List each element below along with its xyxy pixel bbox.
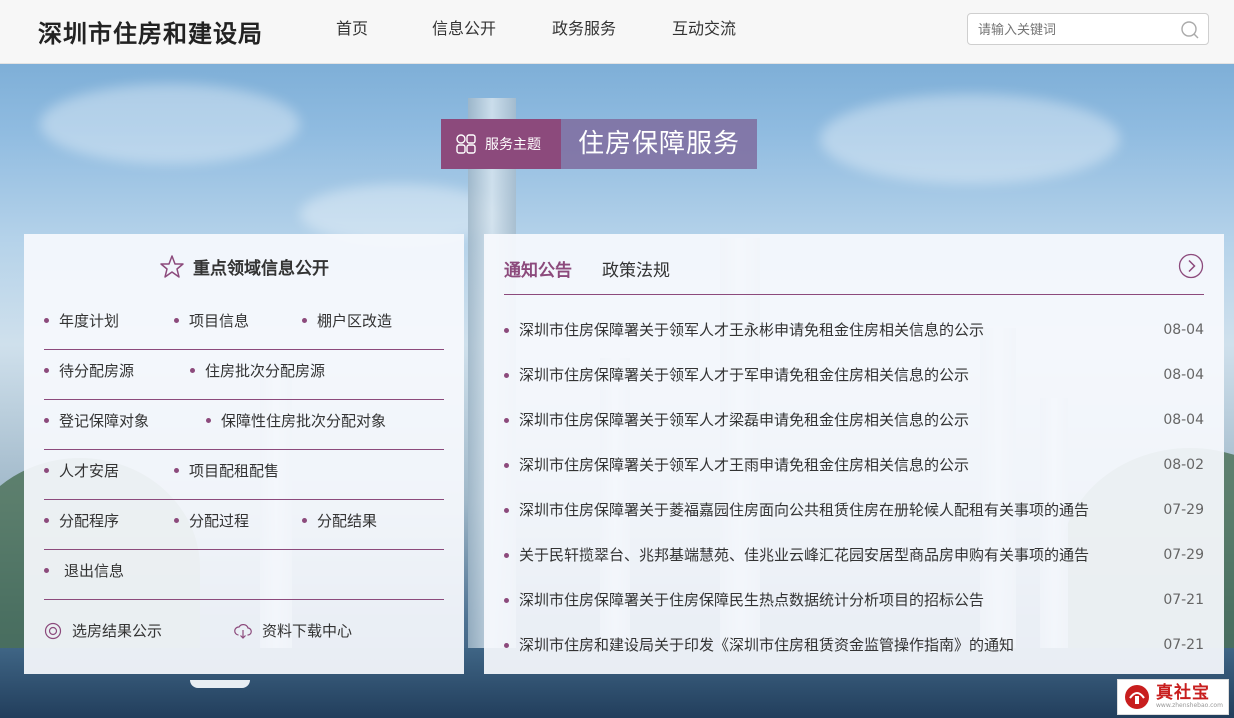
list-item[interactable]: 深圳市住房和建设局关于印发《深圳市住房租赁资金监管操作指南》的通知 07-21 — [504, 623, 1204, 668]
link-talent-housing[interactable]: 人才安居 — [44, 450, 119, 500]
link-annual-plan[interactable]: 年度计划 — [44, 300, 119, 350]
watermark-badge: 真社宝 www.zhenshebao.com — [1117, 679, 1229, 715]
list-item[interactable]: 深圳市住房保障署关于菱福嘉园住房面向公共租赁住房在册轮候人配租有关事项的通告 0… — [504, 488, 1204, 533]
download-center-label: 资料下载中心 — [262, 622, 353, 640]
news-date: 07-29 — [1163, 547, 1204, 563]
tab-notices[interactable]: 通知公告 — [504, 256, 572, 286]
news-title[interactable]: 深圳市住房保障署关于住房保障民生热点数据统计分析项目的招标公告 — [519, 578, 1139, 623]
link-row: 退出信息 — [44, 550, 444, 600]
list-item[interactable]: 深圳市住房保障署关于领军人才王雨申请免租金住房相关信息的公示 08-02 — [504, 443, 1204, 488]
news-title[interactable]: 深圳市住房和建设局关于印发《深圳市住房租赁资金监管操作指南》的通知 — [519, 623, 1139, 668]
zhenshebao-logo-icon — [1125, 685, 1149, 709]
link-registered-objects[interactable]: 登记保障对象 — [44, 400, 149, 450]
nav-home[interactable]: 首页 — [300, 0, 404, 64]
search-icon[interactable] — [1180, 20, 1200, 40]
link-allocation-process[interactable]: 分配过程 — [174, 500, 249, 550]
link-download-center[interactable]: 资料下载中心 — [234, 616, 352, 646]
service-theme-label: 服务主题 — [485, 137, 541, 153]
news-date: 07-29 — [1163, 502, 1204, 518]
watermark-text: 真社宝 www.zhenshebao.com — [1156, 684, 1223, 710]
search-input[interactable] — [978, 20, 1178, 40]
target-icon — [44, 622, 62, 640]
site-header: 深圳市住房和建设局 首页 信息公开 政务服务 互动交流 — [0, 0, 1234, 64]
link-rent-sale[interactable]: 项目配租配售 — [174, 450, 279, 500]
link-row: 分配程序 分配过程 分配结果 — [44, 500, 444, 550]
link-pending-housing[interactable]: 待分配房源 — [44, 350, 134, 400]
theme-title: 住房保障服务 — [561, 119, 757, 169]
news-date: 08-04 — [1163, 322, 1204, 338]
search-box — [967, 13, 1209, 45]
link-batch-objects[interactable]: 保障性住房批次分配对象 — [206, 400, 386, 450]
watermark-sub: www.zhenshebao.com — [1156, 702, 1223, 709]
news-title[interactable]: 深圳市住房保障署关于领军人才王永彬申请免租金住房相关信息的公示 — [519, 308, 1139, 353]
link-row: 登记保障对象 保障性住房批次分配对象 — [44, 400, 444, 450]
tab-policies[interactable]: 政策法规 — [602, 256, 670, 286]
nav-interaction[interactable]: 互动交流 — [644, 0, 764, 64]
tab-divider — [504, 294, 1204, 295]
grid-apps-icon — [456, 134, 476, 154]
news-title[interactable]: 深圳市住房保障署关于菱福嘉园住房面向公共租赁住房在册轮候人配租有关事项的通告 — [519, 488, 1139, 533]
news-date: 07-21 — [1163, 592, 1204, 608]
list-item[interactable]: 深圳市住房保障署关于住房保障民生热点数据统计分析项目的招标公告 07-21 — [504, 578, 1204, 623]
link-project-info[interactable]: 项目信息 — [174, 300, 249, 350]
watermark-main: 真社宝 — [1156, 683, 1210, 703]
link-shanty-renovation[interactable]: 棚户区改造 — [302, 300, 392, 350]
news-title[interactable]: 深圳市住房保障署关于领军人才王雨申请免租金住房相关信息的公示 — [519, 443, 1139, 488]
key-info-panel: 重点领域信息公开 年度计划 项目信息 棚户区改造 待分配房源 住房批次分配房源 … — [24, 234, 464, 674]
cloud-download-icon — [234, 624, 252, 639]
list-item[interactable]: 深圳市住房保障署关于领军人才梁磊申请免租金住房相关信息的公示 08-04 — [504, 398, 1204, 443]
chevron-right-icon[interactable] — [1178, 253, 1204, 279]
news-date: 08-04 — [1163, 412, 1204, 428]
link-selection-results[interactable]: 选房结果公示 — [44, 616, 162, 646]
notice-tabs: 通知公告 政策法规 — [504, 256, 700, 286]
star-icon — [160, 255, 184, 278]
news-title[interactable]: 关于民轩揽翠台、兆邦基端慧苑、佳兆业云峰汇花园安居型商品房申购有关事项的通告 — [519, 533, 1139, 578]
panel-title: 重点领域信息公开 — [24, 254, 464, 280]
news-title[interactable]: 深圳市住房保障署关于领军人才梁磊申请免租金住房相关信息的公示 — [519, 398, 1139, 443]
notice-panel: 通知公告 政策法规 深圳市住房保障署关于领军人才王永彬申请免租金住房相关信息的公… — [484, 234, 1224, 674]
main-nav: 首页 信息公开 政务服务 互动交流 — [300, 0, 764, 64]
link-exit-info[interactable]: 退出信息 — [44, 550, 124, 600]
nav-government-service[interactable]: 政务服务 — [524, 0, 644, 64]
news-date: 08-02 — [1163, 457, 1204, 473]
bottom-links: 选房结果公示 资料下载中心 — [44, 616, 444, 646]
site-logo[interactable]: 深圳市住房和建设局 — [38, 14, 263, 49]
news-date: 08-04 — [1163, 367, 1204, 383]
link-row: 年度计划 项目信息 棚户区改造 — [44, 300, 444, 350]
list-item[interactable]: 深圳市住房保障署关于领军人才于军申请免租金住房相关信息的公示 08-04 — [504, 353, 1204, 398]
link-row: 人才安居 项目配租配售 — [44, 450, 444, 500]
news-date: 07-21 — [1163, 637, 1204, 653]
selection-results-label: 选房结果公示 — [72, 622, 163, 640]
nav-info-disclosure[interactable]: 信息公开 — [404, 0, 524, 64]
link-allocation-procedure[interactable]: 分配程序 — [44, 500, 119, 550]
notice-list: 深圳市住房保障署关于领军人才王永彬申请免租金住房相关信息的公示 08-04 深圳… — [504, 308, 1204, 668]
news-title[interactable]: 深圳市住房保障署关于领军人才于军申请免租金住房相关信息的公示 — [519, 353, 1139, 398]
list-item[interactable]: 关于民轩揽翠台、兆邦基端慧苑、佳兆业云峰汇花园安居型商品房申购有关事项的通告 0… — [504, 533, 1204, 578]
link-row: 待分配房源 住房批次分配房源 — [44, 350, 444, 400]
service-theme-tag: 服务主题 — [441, 119, 561, 169]
link-batch-housing[interactable]: 住房批次分配房源 — [190, 350, 325, 400]
list-item[interactable]: 深圳市住房保障署关于领军人才王永彬申请免租金住房相关信息的公示 08-04 — [504, 308, 1204, 353]
panel-title-text: 重点领域信息公开 — [193, 259, 329, 279]
link-allocation-result[interactable]: 分配结果 — [302, 500, 377, 550]
